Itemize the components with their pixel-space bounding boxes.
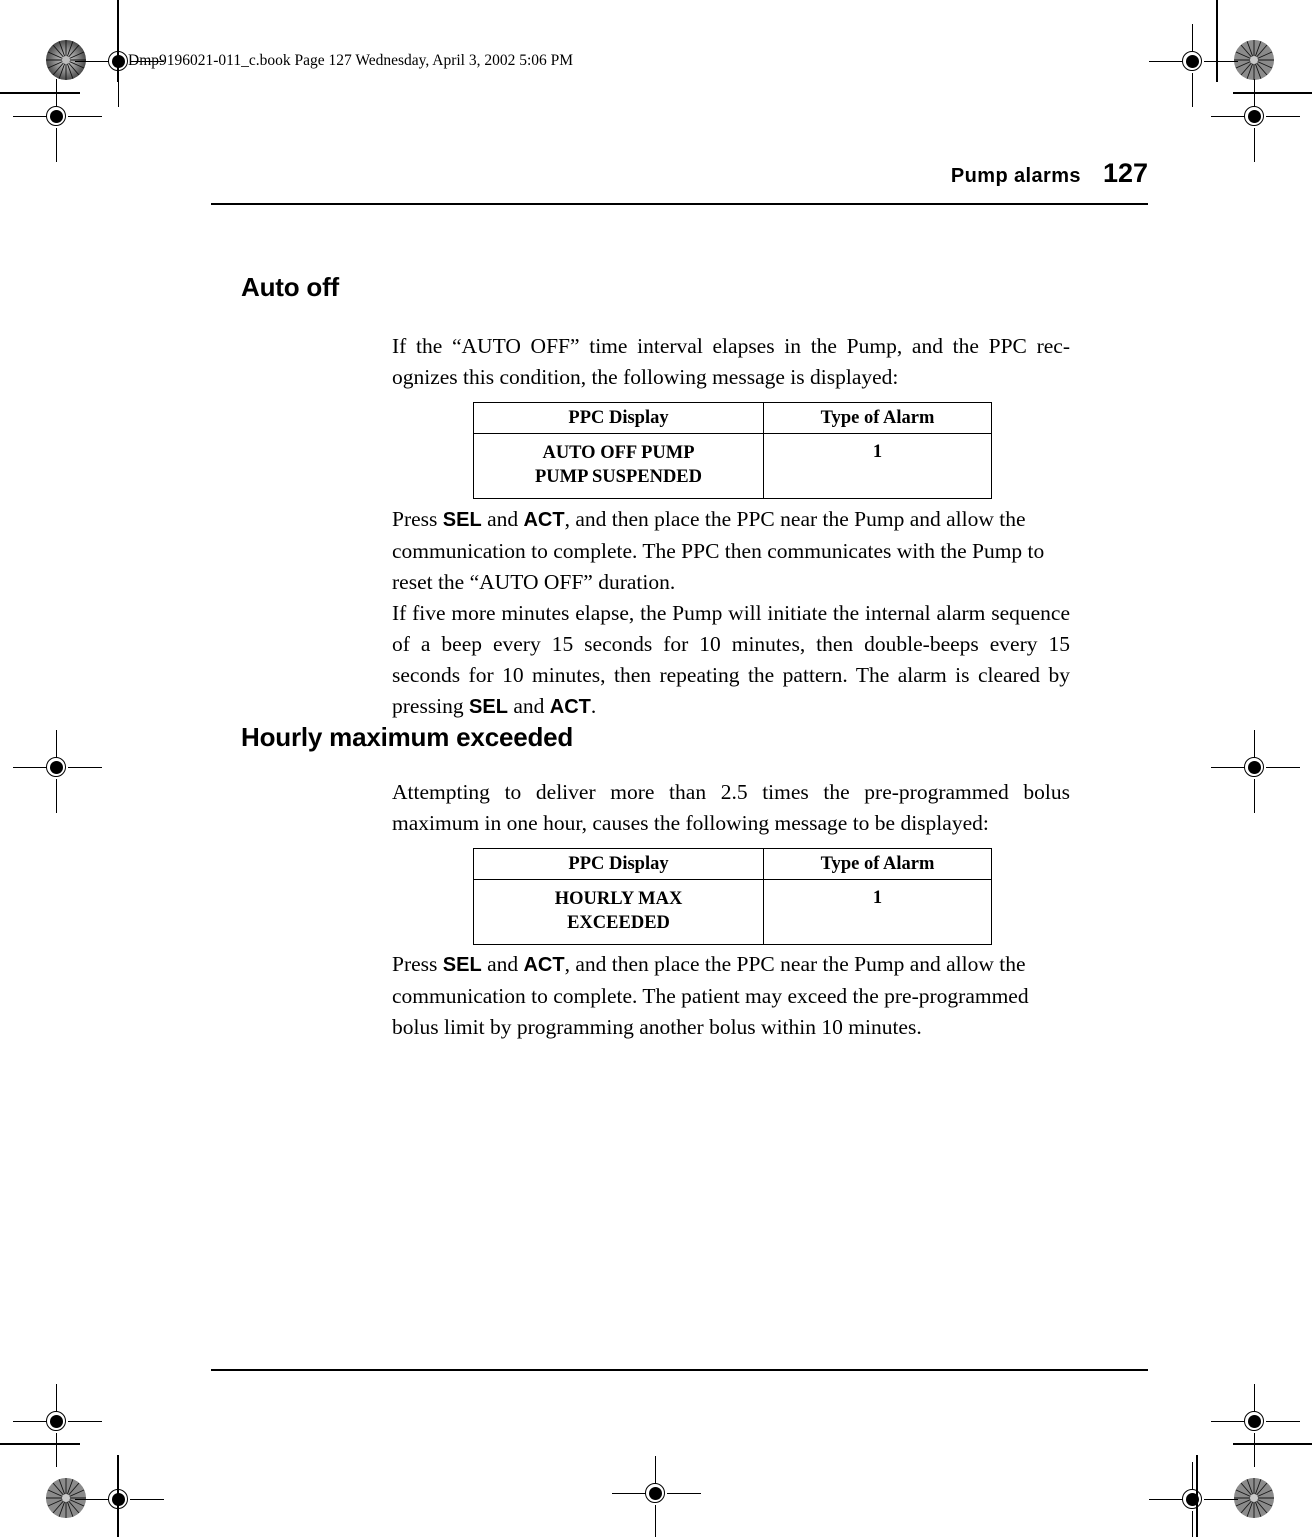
crop-mark-horizontal-left-bottom [0, 1443, 80, 1445]
running-head: Pump alarms 127 [211, 158, 1148, 189]
section-heading-hourly-maximum-exceeded: Hourly maximum exceeded [241, 722, 574, 752]
table-row: HOURLY MAX EXCEEDED 1 [473, 879, 992, 945]
registration-target-icon [1149, 1462, 1238, 1537]
cell-ppc-display: AUTO OFF PUMP PUMP SUSPENDED [473, 433, 764, 499]
ppc-display-line-2: EXCEEDED [567, 913, 670, 933]
crop-mark-horizontal-right-bottom [1233, 1443, 1312, 1445]
section-intro-auto-off: If the “AUTO OFF” time interval elapses … [392, 334, 1070, 389]
key-label-sel: SEL [442, 509, 482, 531]
registration-target-icon [13, 79, 102, 162]
registration-target-icon [1149, 24, 1238, 107]
file-stamp-line: Dmp9196021-011_c.book Page 127 Wednesday… [128, 52, 574, 69]
column-header-type-of-alarm: Type of Alarm [763, 402, 992, 434]
alarm-table-auto-off: PPC Display Type of Alarm AUTO OFF PUMP … [473, 402, 992, 499]
ppc-display-line-1: HOURLY MAX [554, 889, 683, 909]
cell-ppc-display: HOURLY MAX EXCEEDED [473, 879, 764, 945]
alarm-table-hourly-maximum: PPC Display Type of Alarm HOURLY MAX EXC… [473, 848, 992, 945]
paragraph-press-keys-auto-off: Press SEL and ACT, and then place the PP… [392, 504, 1070, 598]
table-header-row: PPC Display Type of Alarm [473, 402, 992, 434]
table-header-row: PPC Display Type of Alarm [473, 848, 992, 880]
paragraph-press-keys-hourly-maximum: Press SEL and ACT, and then place the PP… [392, 949, 1070, 1043]
crop-mark-horizontal-right-top [1233, 92, 1312, 94]
section-heading-auto-off: Auto off [241, 272, 340, 302]
crop-mark-vertical-right-top [1216, 0, 1218, 82]
paragraph-mid: and [481, 507, 524, 531]
column-header-type-of-alarm: Type of Alarm [763, 848, 992, 880]
column-header-ppc-display: PPC Display [473, 402, 764, 434]
printed-page: Dmp9196021-011_c.book Page 127 Wednesday… [0, 0, 1312, 1537]
paragraph-alarm-sequence: If five more minutes elapse, the Pump wi… [392, 598, 1070, 723]
page-number: 127 [1102, 158, 1148, 188]
color-rosette-icon [1234, 1478, 1274, 1518]
ppc-display-line-2: PUMP SUSPENDED [534, 467, 703, 487]
ppc-display-line-1: AUTO OFF PUMP [542, 443, 695, 463]
key-label-act: ACT [523, 954, 565, 976]
registration-target-icon [612, 1456, 701, 1537]
paragraph-suffix: . [590, 694, 597, 718]
registration-target-icon [13, 1384, 102, 1467]
paragraph-prefix: Press [392, 952, 443, 976]
key-label-act: ACT [549, 696, 591, 718]
registration-target-icon [1211, 730, 1300, 813]
paragraph-mid: and [507, 694, 550, 718]
table-row: AUTO OFF PUMP PUMP SUSPENDED 1 [473, 433, 992, 499]
cell-alarm-type: 1 [763, 433, 992, 499]
column-header-ppc-display: PPC Display [473, 848, 764, 880]
cell-alarm-type: 1 [763, 879, 992, 945]
color-rosette-icon [46, 40, 86, 80]
key-label-sel: SEL [442, 954, 482, 976]
registration-target-icon [75, 1462, 164, 1537]
color-rosette-icon [46, 1478, 86, 1518]
paragraph-prefix: Press [392, 507, 443, 531]
registration-target-icon [13, 730, 102, 813]
footer-rule [211, 1369, 1148, 1372]
color-rosette-icon [1234, 40, 1274, 80]
key-label-act: ACT [523, 509, 565, 531]
registration-target-icon [1211, 1384, 1300, 1467]
header-rule [211, 203, 1148, 206]
paragraph-mid: and [481, 952, 524, 976]
crop-mark-horizontal-left-top [0, 92, 80, 94]
registration-target-icon [1211, 79, 1300, 162]
section-intro-hourly-maximum: Attempting to deliver more than 2.5 time… [392, 780, 1070, 835]
key-label-sel: SEL [469, 696, 508, 718]
running-head-title: Pump alarms [950, 165, 1081, 187]
